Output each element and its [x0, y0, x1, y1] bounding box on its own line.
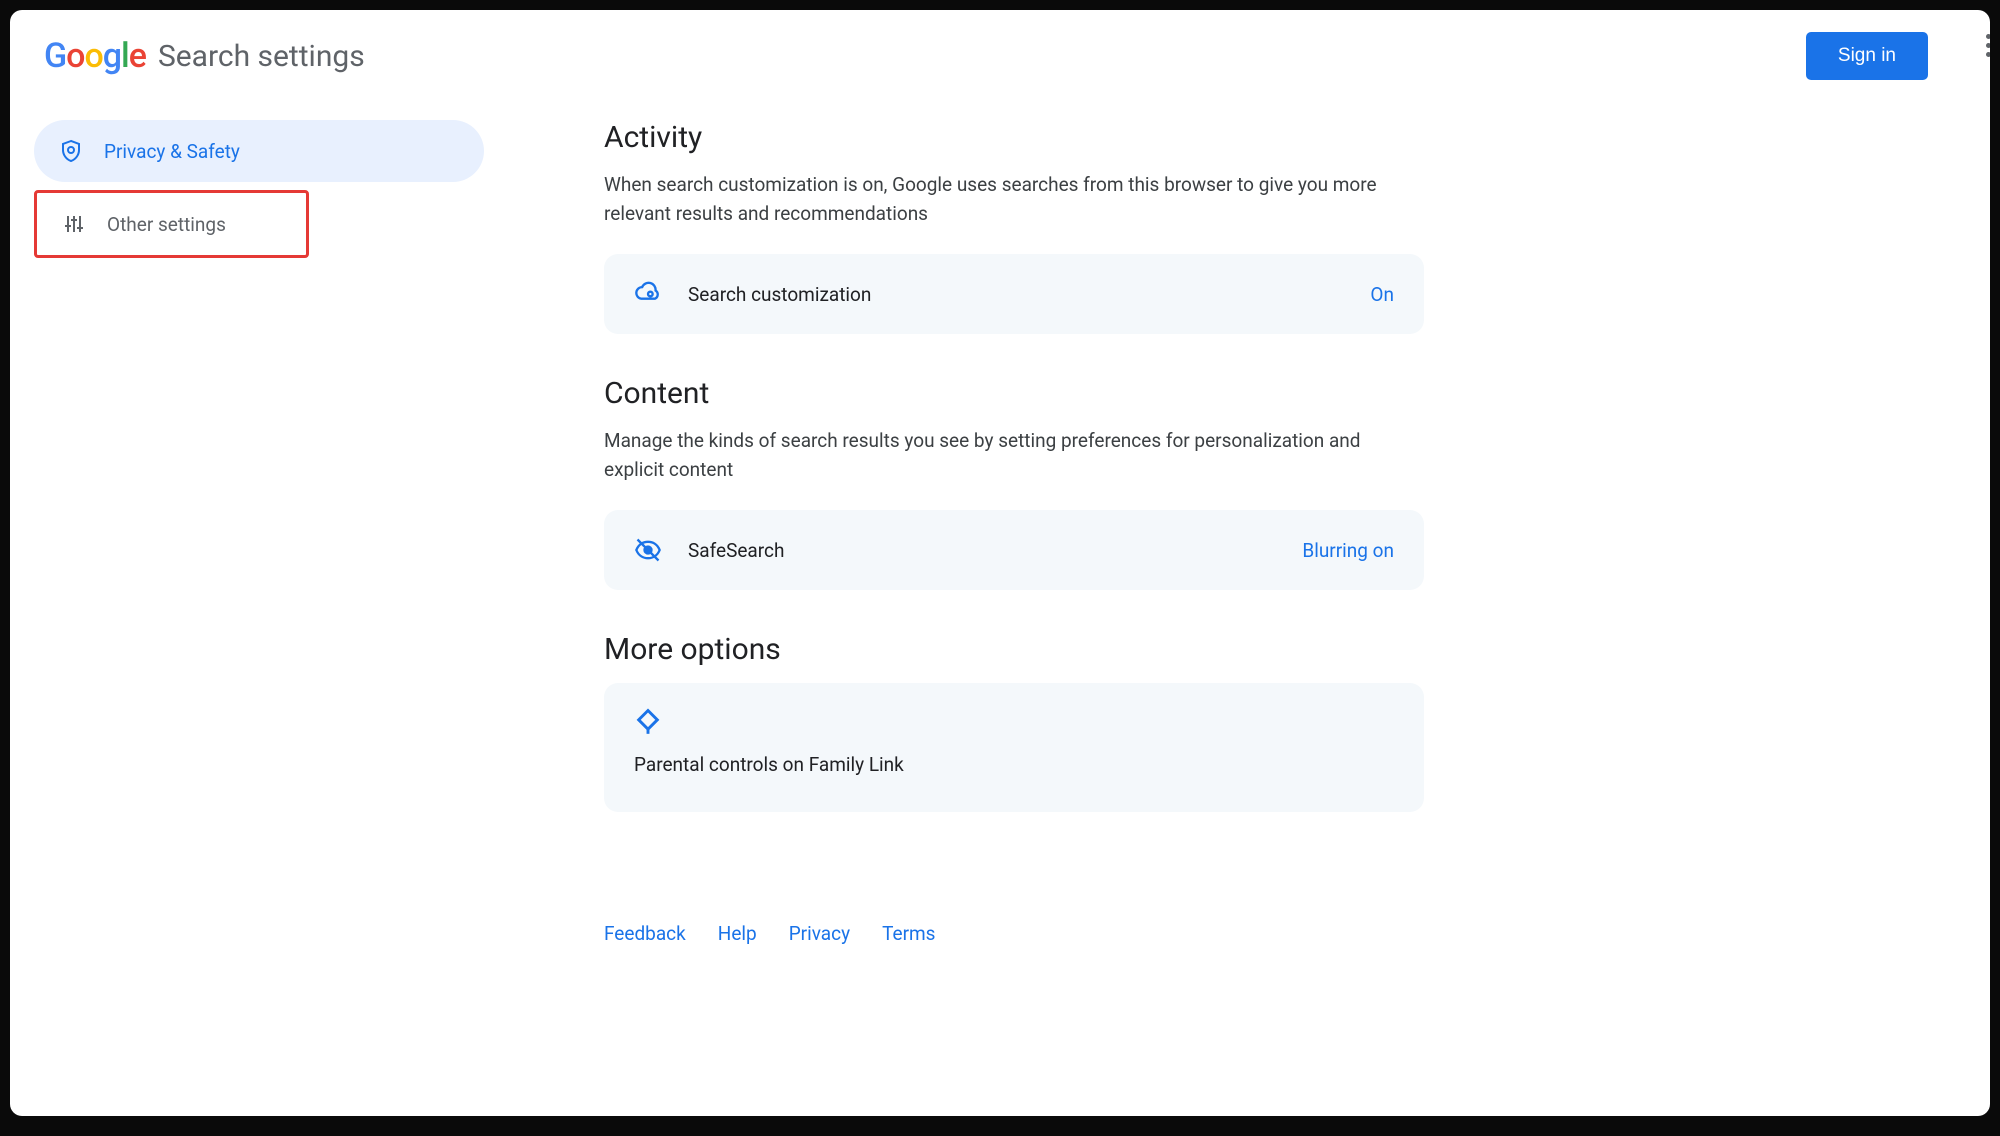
cloud-icon [634, 280, 662, 308]
card-value-customization: On [1370, 283, 1394, 306]
section-desc-content: Manage the kinds of search results you s… [604, 427, 1384, 484]
sidebar-item-label: Other settings [107, 213, 226, 236]
header: Google Search settings Sign in [10, 10, 1990, 90]
footer-link-terms[interactable]: Terms [882, 922, 935, 945]
footer-links: Feedback Help Privacy Terms [604, 922, 1424, 945]
card-label: SafeSearch [688, 539, 784, 562]
diamond-icon [634, 707, 662, 735]
more-options-dots-icon[interactable] [1986, 34, 1990, 57]
section-title-activity: Activity [604, 120, 1424, 155]
card-label: Search customization [688, 283, 871, 306]
page-title: Search settings [158, 39, 365, 74]
card-label: Parental controls on Family Link [634, 753, 904, 776]
card-left: Search customization [634, 280, 871, 308]
sidebar-item-privacy-safety[interactable]: Privacy & Safety [34, 120, 484, 182]
section-title-content: Content [604, 376, 1424, 411]
card-left: SafeSearch [634, 536, 784, 564]
main-content: Activity When search customization is on… [604, 120, 1424, 945]
sign-in-button[interactable]: Sign in [1806, 32, 1928, 80]
footer-link-feedback[interactable]: Feedback [604, 922, 686, 945]
sidebar-item-label: Privacy & Safety [104, 140, 240, 163]
sidebar-item-other-settings[interactable]: Other settings [34, 190, 309, 258]
eye-off-icon [634, 536, 662, 564]
body: Privacy & Safety Other settings Act [10, 90, 1990, 945]
card-value-safesearch: Blurring on [1302, 539, 1394, 562]
shield-icon [58, 138, 84, 164]
card-parental-controls[interactable]: Parental controls on Family Link [604, 683, 1424, 812]
section-title-more-options: More options [604, 632, 1424, 667]
card-search-customization[interactable]: Search customization On [604, 254, 1424, 334]
footer-link-help[interactable]: Help [718, 922, 757, 945]
header-left: Google Search settings [44, 36, 365, 76]
sliders-icon [61, 211, 87, 237]
google-logo: Google [44, 36, 146, 76]
sidebar: Privacy & Safety Other settings [34, 120, 484, 945]
app-window: Google Search settings Sign in Privacy &… [10, 10, 1990, 1116]
card-safesearch[interactable]: SafeSearch Blurring on [604, 510, 1424, 590]
section-desc-activity: When search customization is on, Google … [604, 171, 1384, 228]
footer-link-privacy[interactable]: Privacy [789, 922, 850, 945]
